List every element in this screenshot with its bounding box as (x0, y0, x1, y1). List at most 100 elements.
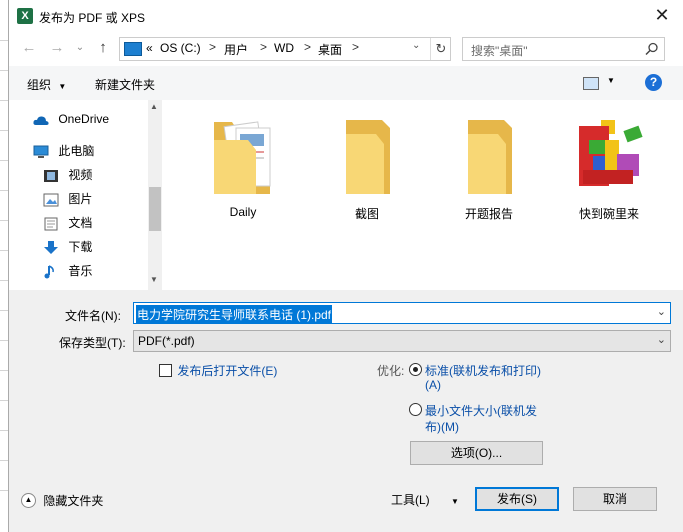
breadcrumb-os-c[interactable]: OS (C:) (160, 41, 201, 55)
sidebar-item-videos[interactable]: 视频 (43, 164, 92, 186)
chevron-right-icon[interactable]: > (304, 40, 311, 54)
chevron-right-icon[interactable]: > (260, 40, 267, 54)
sidebar-item-label: 下载 (68, 240, 93, 254)
dropdown-arrow-icon: ▼ (58, 82, 67, 91)
back-arrow-icon[interactable]: ← (19, 38, 39, 58)
scroll-down-icon[interactable]: ▼ (150, 275, 158, 284)
file-item-app[interactable]: 快到碗里来 (554, 110, 664, 222)
chevron-right-icon[interactable]: > (352, 40, 359, 54)
sidebar-item-pictures[interactable]: 图片 (43, 188, 92, 210)
radio-standard-label-2: (A) (425, 378, 441, 392)
collapse-icon[interactable]: ▲ (21, 493, 36, 508)
music-icon (44, 265, 54, 279)
chevron-right-icon[interactable]: > (209, 40, 216, 54)
sidebar-item-label: 视频 (68, 168, 93, 182)
tools-label: 工具(L) (391, 493, 430, 507)
search-placeholder: 搜索"桌面" (471, 44, 528, 58)
command-bar: 组织 ▼ 新建文件夹 ▼ ? (9, 66, 683, 101)
sidebar-item-label: 图片 (68, 192, 93, 206)
sidebar-item-music[interactable]: 音乐 (43, 260, 92, 282)
document-icon (44, 217, 58, 231)
sidebar-item-onedrive[interactable]: OneDrive (33, 108, 109, 130)
address-bar[interactable]: « OS (C:) > 用户 > WD > 桌面 > ⌄ ↻ (119, 37, 451, 61)
filetype-value: PDF(*.pdf) (138, 334, 195, 348)
cancel-button[interactable]: 取消 (573, 487, 657, 511)
file-list: Daily 截图 开题报告 快到碗里来 (162, 100, 683, 290)
navigation-pane: OneDrive 此电脑 视频 图片 文档 下载 音乐 (9, 100, 161, 290)
filename-field[interactable]: 电力学院研究生导师联系电话 (1).pdf ⌄ (133, 302, 671, 324)
sidebar-item-this-pc[interactable]: 此电脑 (33, 140, 94, 162)
open-after-publish-checkbox[interactable]: 发布后打开文件(E) (159, 362, 277, 379)
dropdown-arrow-icon: ▼ (451, 497, 459, 506)
folder-with-docs-icon (214, 121, 271, 194)
publish-button[interactable]: 发布(S) (475, 487, 559, 511)
radio-circle[interactable] (409, 403, 422, 416)
file-item-proposal[interactable]: 开题报告 (434, 110, 544, 222)
file-name: Daily (229, 205, 257, 219)
video-icon (44, 169, 58, 182)
publish-dialog: X 发布为 PDF 或 XPS ✕ ← → ⌄ ↑ « OS (C:) > 用户… (8, 0, 683, 532)
filename-value: 电力学院研究生导师联系电话 (1).pdf (136, 305, 333, 324)
sidebar-scrollbar[interactable]: ▲ ▼ (148, 100, 162, 290)
close-button[interactable]: ✕ (651, 4, 673, 26)
scroll-up-icon[interactable]: ▲ (150, 102, 158, 111)
help-icon[interactable]: ? (645, 74, 662, 91)
hide-folders-toggle[interactable]: ▲ 隐藏文件夹 (21, 492, 103, 509)
cloud-icon (33, 116, 49, 125)
sidebar-item-label: 音乐 (68, 264, 93, 278)
checkbox-box[interactable] (159, 364, 172, 377)
sidebar-item-documents[interactable]: 文档 (43, 212, 92, 234)
folder-icon (468, 120, 512, 194)
download-icon (44, 240, 58, 254)
organize-button[interactable]: 组织 ▼ (27, 76, 66, 93)
view-options-icon[interactable] (583, 77, 599, 90)
radio-circle[interactable] (409, 363, 422, 376)
title-bar: X 发布为 PDF 或 XPS ✕ (9, 0, 683, 32)
filetype-select[interactable]: PDF(*.pdf) ⌄ (133, 330, 671, 352)
file-item-daily[interactable]: Daily (188, 110, 298, 219)
organize-label: 组织 (27, 78, 52, 92)
recent-chevron-icon[interactable]: ⌄ (73, 38, 87, 58)
breadcrumb-users[interactable]: 用户 (224, 41, 248, 58)
address-dropdown-icon[interactable]: ⌄ (412, 40, 420, 51)
chevron-down-icon[interactable]: ⌄ (657, 305, 666, 318)
view-dropdown-icon[interactable]: ▼ (607, 76, 615, 85)
folder-icon (346, 120, 390, 194)
file-name: 开题报告 (464, 207, 513, 221)
computer-icon (33, 145, 49, 158)
file-item-screenshots[interactable]: 截图 (312, 110, 422, 222)
breadcrumb-overflow[interactable]: « (146, 41, 153, 55)
file-name: 快到碗里来 (578, 207, 639, 221)
refresh-icon[interactable]: ↻ (430, 38, 451, 60)
sidebar-item-label: 此电脑 (58, 144, 95, 158)
radio-minimum-label-2: 布)(M) (425, 420, 459, 434)
save-form: 文件名(N): 电力学院研究生导师联系电话 (1).pdf ⌄ 保存类型(T):… (9, 290, 683, 532)
picture-icon (43, 193, 59, 207)
breadcrumb-wd[interactable]: WD (274, 41, 294, 55)
excel-icon: X (17, 8, 33, 24)
search-icon[interactable] (645, 42, 659, 56)
navigation-bar: ← → ⌄ ↑ « OS (C:) > 用户 > WD > 桌面 > ⌄ ↻ 搜… (9, 32, 683, 66)
breadcrumb-desktop[interactable]: 桌面 (318, 41, 342, 58)
open-after-label: 发布后打开文件(E) (177, 364, 278, 378)
options-button[interactable]: 选项(O)... (410, 441, 543, 465)
sidebar-item-downloads[interactable]: 下载 (43, 236, 92, 258)
optimize-label: 优化: (377, 364, 405, 378)
new-folder-button[interactable]: 新建文件夹 (95, 76, 155, 93)
sidebar-item-label: OneDrive (58, 112, 110, 126)
up-arrow-icon[interactable]: ↑ (93, 38, 113, 58)
search-box[interactable]: 搜索"桌面" (462, 37, 665, 61)
radio-minimum-label: 最小文件大小(联机发 (425, 404, 537, 418)
dialog-title: 发布为 PDF 或 XPS (39, 11, 146, 25)
filetype-label: 保存类型(T): (59, 336, 126, 350)
pc-icon (124, 42, 142, 56)
filename-label: 文件名(N): (65, 309, 121, 323)
hide-folders-label: 隐藏文件夹 (43, 494, 104, 508)
forward-arrow-icon[interactable]: → (47, 38, 67, 58)
tools-menu[interactable]: 工具(L) ▼ (391, 491, 459, 508)
chevron-down-icon[interactable]: ⌄ (657, 333, 666, 346)
radio-standard-label: 标准(联机发布和打印) (425, 364, 541, 378)
scroll-thumb[interactable] (149, 187, 161, 231)
sidebar-item-label: 文档 (68, 216, 93, 230)
app-blocks-icon (579, 120, 643, 186)
